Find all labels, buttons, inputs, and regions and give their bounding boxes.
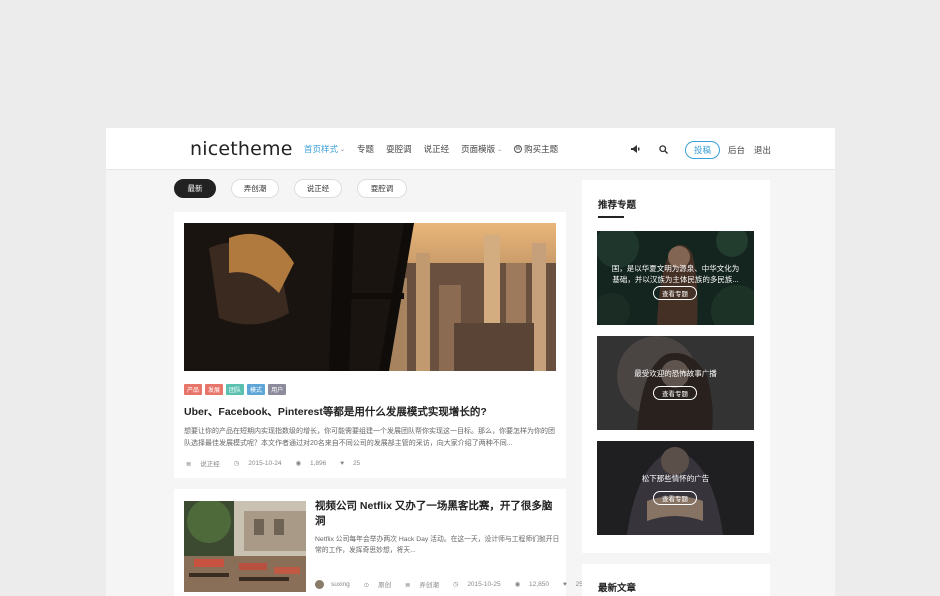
nav-item-label: 说正经 xyxy=(423,144,450,154)
tab-shuaqiangdiao[interactable]: 耍腔调 xyxy=(357,179,407,198)
type-meta: ⊙ 原创 xyxy=(364,579,398,589)
date-label: 2015-10-25 xyxy=(467,581,501,588)
post-card: 产品 发展 团队 模式 用户 Uber、Facebook、Pinterest等都… xyxy=(174,212,566,478)
post-meta: suxing ⊙ 原创 ≣ 弄创潮 ◷ 2015-10-25 ◉ 12,850 … xyxy=(315,579,600,589)
likes-count: 25 xyxy=(352,459,361,467)
view-topic-button[interactable]: 查看专题 xyxy=(653,386,697,400)
title-underline xyxy=(598,216,624,218)
nav-item-label: 耍腔调 xyxy=(386,144,412,154)
topic-text: 最受欢迎的恐怖故事广播 xyxy=(634,369,717,378)
nav-item-label: 购买主题 xyxy=(524,144,559,154)
category-meta[interactable]: ≣ 说正经 xyxy=(186,458,227,468)
topic-text: 松下那些情怀的广告 xyxy=(641,474,710,483)
original-icon: ⊙ xyxy=(363,582,372,589)
widget-title: 推荐专题 xyxy=(598,200,637,211)
post-title[interactable]: Uber、Facebook、Pinterest等都是用什么发展模式实现增长的? xyxy=(184,404,487,419)
list-icon: ≣ xyxy=(186,461,194,468)
tag-chip[interactable]: 用户 xyxy=(268,384,287,395)
site-logo[interactable]: nicetheme xyxy=(190,138,293,160)
header-tools: 投稿 后台 退出 xyxy=(629,141,771,159)
megaphone-icon[interactable] xyxy=(629,145,643,155)
topic-card[interactable]: 最受欢迎的恐怖故事广播 查看专题 xyxy=(597,336,754,430)
view-topic-button[interactable]: 查看专题 xyxy=(653,286,697,300)
views-meta: ◉ 12,850 xyxy=(515,580,556,588)
clock-icon: ◷ xyxy=(233,460,242,467)
nav-item-shuozhengjing[interactable]: 说正经 xyxy=(424,143,450,155)
views-meta: ◉ 1,896 xyxy=(296,459,334,467)
tag-chip[interactable]: 产品 xyxy=(184,384,203,395)
post-card: 视频公司 Netflix 又办了一场黑客比赛，开了很多脑洞 Netflix 公司… xyxy=(174,489,586,596)
eye-icon: ◉ xyxy=(295,460,303,467)
topic-card[interactable]: 松下那些情怀的广告 查看专题 xyxy=(597,441,754,535)
post-tags: 产品 发展 团队 模式 用户 xyxy=(184,384,289,395)
tab-latest[interactable]: 最新 xyxy=(174,179,216,198)
post-cover-image[interactable] xyxy=(184,223,556,371)
nav-item-shuaqiangdiao[interactable]: 耍腔调 xyxy=(386,143,412,155)
list-icon: ≣ xyxy=(405,582,413,589)
category-label: 弄创潮 xyxy=(419,582,439,589)
page-frame: nicetheme 首页样式 ⌄ 专题 耍腔调 说正经 页面模版 ⌄ W 购买主… xyxy=(106,128,835,596)
heart-icon: ♥ xyxy=(340,459,346,467)
views-count: 1,896 xyxy=(309,460,327,467)
nav-item-label: 页面模版 xyxy=(461,144,496,154)
tag-chip[interactable]: 团队 xyxy=(226,384,245,395)
likes-meta[interactable]: ♥ 25 xyxy=(340,460,367,467)
category-meta[interactable]: ≣ 弄创潮 xyxy=(405,579,446,589)
post-thumbnail[interactable] xyxy=(184,501,306,592)
main-nav: 首页样式 ⌄ 专题 耍腔调 说正经 页面模版 ⌄ W 购买主题 xyxy=(304,143,570,155)
filter-tabs: 最新 弄创潮 说正经 耍腔调 xyxy=(174,179,422,198)
submit-post-button[interactable]: 投稿 xyxy=(684,141,720,159)
post-title[interactable]: 视频公司 Netflix 又办了一场黑客比赛，开了很多脑洞 xyxy=(315,499,560,529)
post-excerpt: 想要让你的产品在短期内实现指数级的增长，你可能需要组建一个发展团队帮你实现这一目… xyxy=(184,428,555,447)
author-meta[interactable]: suxing xyxy=(315,579,357,589)
widget-title: 最新文章 xyxy=(598,583,637,594)
chevron-down-icon: ⌄ xyxy=(497,146,503,153)
date-meta: ◷ 2015-10-24 xyxy=(234,459,289,467)
type-label: 原创 xyxy=(378,582,392,589)
recommended-topics-widget: 推荐专题 国，是以华夏文明为源泉、中华文化为基础，并以汉族为主体民族的多民族..… xyxy=(582,180,770,553)
post-meta: ≣ 说正经 ◷ 2015-10-24 ◉ 1,896 ♥ 25 xyxy=(186,458,374,469)
nav-item-buy-theme[interactable]: W 购买主题 xyxy=(514,143,558,155)
topic-card[interactable]: 国，是以华夏文明为源泉、中华文化为基础，并以汉族为主体民族的多民族... 查看专… xyxy=(597,231,754,325)
nav-item-label: 首页样式 xyxy=(304,144,339,154)
heart-icon: ♥ xyxy=(562,580,569,588)
logout-link[interactable]: 退出 xyxy=(754,144,771,156)
eye-icon: ◉ xyxy=(514,581,523,588)
admin-link[interactable]: 后台 xyxy=(728,144,745,156)
nav-item-label: 专题 xyxy=(357,144,375,154)
nav-item-topics[interactable]: 专题 xyxy=(357,143,374,155)
date-label: 2015-10-24 xyxy=(248,460,282,467)
tab-nongchuangchao[interactable]: 弄创潮 xyxy=(231,179,279,198)
clock-icon: ◷ xyxy=(452,581,461,588)
header-bar: nicetheme 首页样式 ⌄ 专题 耍腔调 说正经 页面模版 ⌄ W 购买主… xyxy=(106,128,835,170)
author-name: suxing xyxy=(331,580,350,588)
topic-text: 国，是以华夏文明为源泉、中华文化为基础，并以汉族为主体民族的多民族... xyxy=(611,264,740,284)
view-topic-button[interactable]: 查看专题 xyxy=(653,491,697,505)
views-count: 12,850 xyxy=(529,581,549,588)
nav-item-page-templates[interactable]: 页面模版 ⌄ xyxy=(461,143,502,155)
tag-chip[interactable]: 模式 xyxy=(247,384,266,395)
latest-articles-widget: 最新文章 xyxy=(582,564,770,596)
tag-chip[interactable]: 发展 xyxy=(205,384,224,395)
avatar xyxy=(315,579,324,589)
category-label: 说正经 xyxy=(200,461,220,468)
date-meta: ◷ 2015-10-25 xyxy=(453,580,508,588)
wordpress-icon: W xyxy=(514,145,523,153)
nav-item-home-styles[interactable]: 首页样式 ⌄ xyxy=(304,143,345,155)
chevron-down-icon: ⌄ xyxy=(340,146,346,153)
post-excerpt: Netflix 公司每年会举办两次 Hack Day 活动。在这一天，设计师与工… xyxy=(315,536,560,554)
search-icon[interactable] xyxy=(657,144,671,156)
tab-shuozhengjing[interactable]: 说正经 xyxy=(294,179,342,198)
